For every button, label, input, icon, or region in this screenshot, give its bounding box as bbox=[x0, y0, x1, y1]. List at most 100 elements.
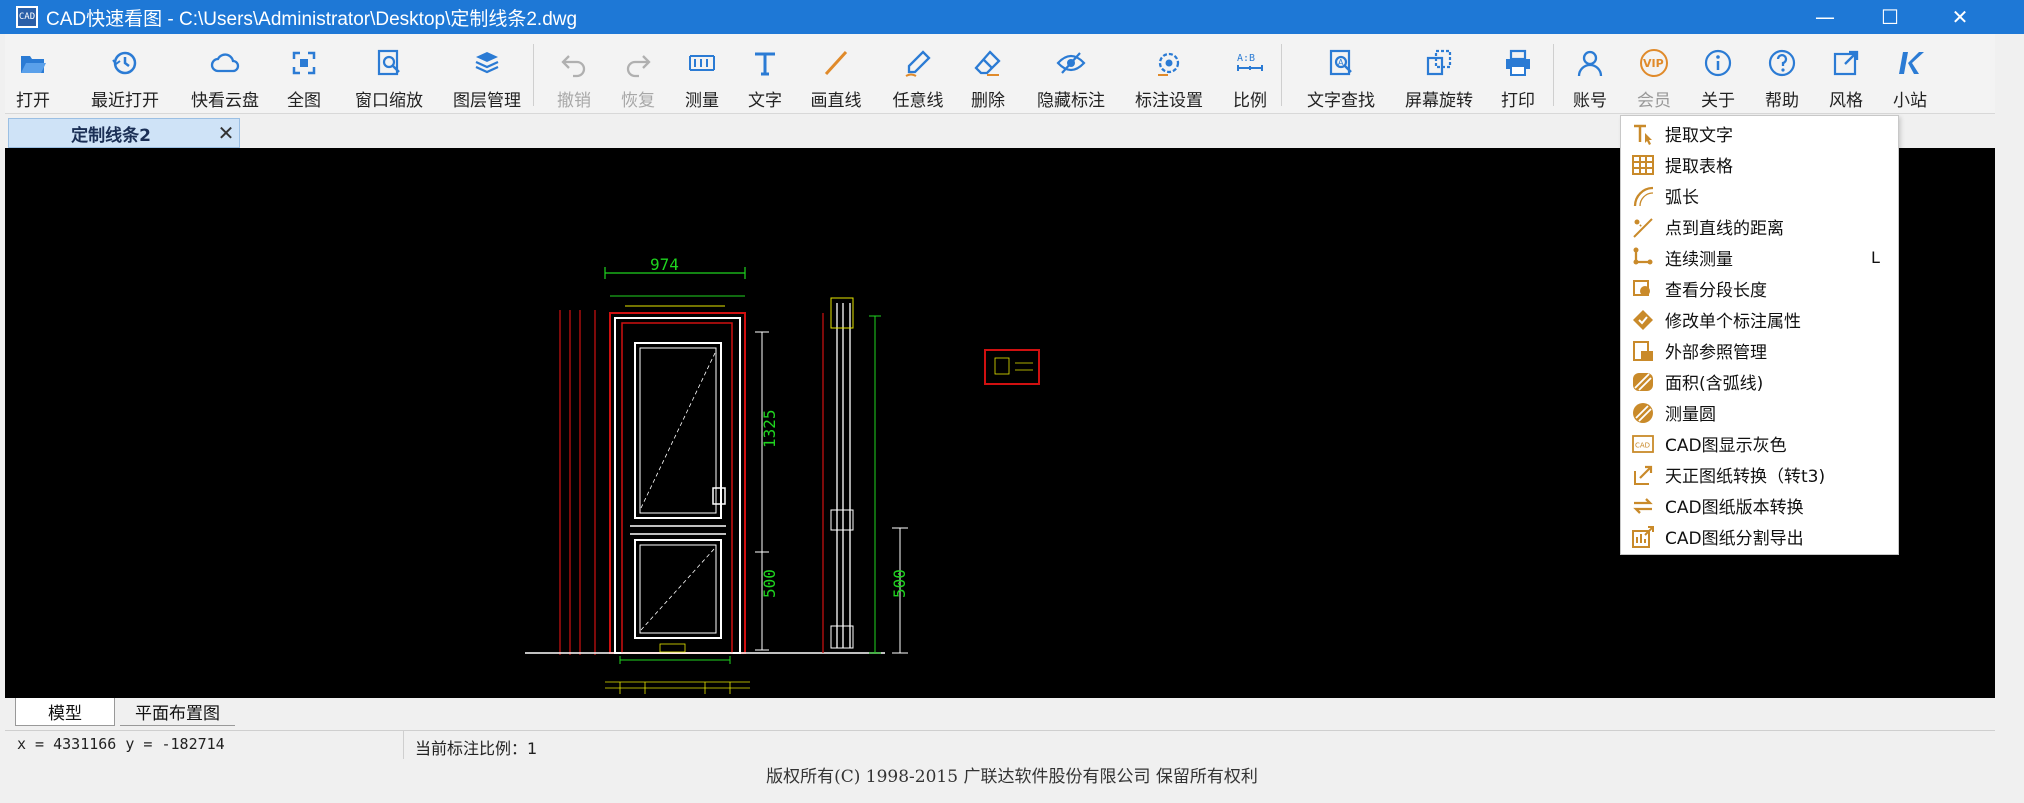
close-tab-icon[interactable]: ✕ bbox=[213, 121, 239, 145]
window-title: CAD快速看图 - C:\Users\Administrator\Desktop… bbox=[46, 8, 578, 30]
full-view-button[interactable]: 全图 bbox=[281, 34, 327, 114]
about-button[interactable]: 关于 bbox=[1695, 34, 1741, 114]
split-export-icon bbox=[1632, 525, 1654, 548]
layers-icon bbox=[475, 52, 499, 74]
extract-table-icon bbox=[1632, 154, 1654, 175]
svg-text:A: A bbox=[1338, 58, 1344, 67]
scale-icon: A:B bbox=[1237, 53, 1263, 71]
style-button[interactable]: 风格 bbox=[1823, 34, 1869, 114]
fit-view-icon bbox=[292, 51, 316, 75]
version-convert-icon bbox=[1633, 497, 1653, 514]
menu-item-area[interactable]: 面积(含弧线) bbox=[1621, 366, 1898, 397]
tangent-convert-icon bbox=[1634, 465, 1653, 485]
detail-box bbox=[984, 349, 1040, 385]
toolbar-separator bbox=[533, 44, 534, 106]
draw-line-button[interactable]: 画直线 bbox=[805, 34, 867, 114]
eye-hidden-icon bbox=[1056, 52, 1086, 74]
undo-icon bbox=[561, 55, 586, 78]
menu-item-tangent-convert[interactable]: 天正图纸转换（转t3) bbox=[1621, 459, 1898, 490]
dimension-500-left: 500 bbox=[760, 569, 779, 598]
vip-dropdown-menu: 提取文字 提取表格 弧长 点到直线的距离 连续测量 L 查看分段长度 修改单个标… bbox=[1620, 115, 1899, 555]
rotate-icon bbox=[1426, 49, 1452, 76]
menu-item-extract-table[interactable]: 提取表格 bbox=[1621, 149, 1898, 180]
window-zoom-button[interactable]: 窗口缩放 bbox=[347, 34, 431, 114]
point-line-distance-icon bbox=[1633, 217, 1653, 238]
recent-button[interactable]: 最近打开 bbox=[83, 34, 167, 114]
cloud-button[interactable]: 快看云盘 bbox=[183, 34, 267, 114]
side-section bbox=[822, 297, 908, 654]
dimension-1325: 1325 bbox=[760, 409, 779, 448]
minimize-button[interactable]: — bbox=[1790, 0, 1860, 34]
menu-item-version-convert[interactable]: CAD图纸版本转换 bbox=[1621, 490, 1898, 521]
dimension-500-right: 500 bbox=[890, 569, 909, 598]
hide-annotation-button[interactable]: 隐藏标注 bbox=[1029, 34, 1113, 114]
menu-item-point-line-distance[interactable]: 点到直线的距离 bbox=[1621, 211, 1898, 242]
open-button[interactable]: 打开 bbox=[13, 34, 53, 114]
scale-button[interactable]: A:B 比例 bbox=[1227, 34, 1273, 114]
freehand-button[interactable]: 任意线 bbox=[887, 34, 949, 114]
layout-tab-bar: 模型 平面布置图 bbox=[5, 698, 1995, 728]
document-tab[interactable]: 定制线条2 ✕ bbox=[8, 118, 240, 148]
xref-icon bbox=[1633, 340, 1653, 361]
rotate-screen-button[interactable]: 屏幕旋转 bbox=[1397, 34, 1481, 114]
menu-item-cad-gray[interactable]: CAD CAD图显示灰色 bbox=[1621, 428, 1898, 459]
redo-button[interactable]: 恢复 bbox=[615, 34, 661, 114]
continuous-measure-icon bbox=[1633, 247, 1653, 264]
find-text-button[interactable]: A 文字查找 bbox=[1299, 34, 1383, 114]
menu-item-arc-length[interactable]: 弧长 bbox=[1621, 180, 1898, 211]
area-icon bbox=[1633, 372, 1653, 391]
layers-button[interactable]: 图层管理 bbox=[445, 34, 529, 114]
cloud-icon bbox=[210, 53, 240, 73]
maximize-button[interactable]: ☐ bbox=[1855, 0, 1925, 34]
document-tab-label: 定制线条2 bbox=[71, 125, 151, 146]
menu-item-split-export[interactable]: CAD图纸分割导出 bbox=[1621, 521, 1898, 552]
coordinate-readout: x = 4331166 y = -182714 bbox=[17, 735, 225, 753]
account-button[interactable]: 账号 bbox=[1567, 34, 1613, 114]
redo-icon bbox=[626, 55, 651, 78]
text-icon bbox=[755, 52, 775, 76]
arc-length-icon bbox=[1633, 186, 1654, 206]
edit-annotation-icon bbox=[1633, 309, 1653, 330]
annotation-scale-text: 当前标注比例：1 bbox=[415, 739, 538, 758]
status-bar: x = 4331166 y = -182714 当前标注比例：1 bbox=[5, 730, 1995, 759]
tab-model[interactable]: 模型 bbox=[15, 698, 115, 726]
pen-icon bbox=[905, 50, 931, 77]
delete-button[interactable]: 删除 bbox=[965, 34, 1011, 114]
close-button[interactable]: ✕ bbox=[1925, 0, 1995, 34]
toolbar: 打开 最近打开 快看云盘 全图 窗口缩放 图层管理 撤销 恢复 测量 文字 画直… bbox=[5, 34, 1995, 114]
user-icon bbox=[1577, 50, 1603, 77]
help-button[interactable]: 帮助 bbox=[1759, 34, 1805, 114]
status-divider bbox=[403, 731, 404, 759]
segment-length-icon bbox=[1633, 279, 1650, 296]
info-icon bbox=[1704, 49, 1732, 77]
menu-item-xref-management[interactable]: 外部参照管理 bbox=[1621, 335, 1898, 366]
tab-floor-plan[interactable]: 平面布置图 bbox=[120, 698, 235, 726]
shortcut-key: L bbox=[1871, 248, 1880, 267]
annotation-settings-button[interactable]: 标注设置 bbox=[1127, 34, 1211, 114]
menu-item-edit-annotation[interactable]: 修改单个标注属性 bbox=[1621, 304, 1898, 335]
menu-item-measure-circle[interactable]: 测量圆 bbox=[1621, 397, 1898, 428]
menu-item-segment-length[interactable]: 查看分段长度 bbox=[1621, 273, 1898, 304]
bottom-detail bbox=[605, 681, 750, 694]
print-button[interactable]: 打印 bbox=[1495, 34, 1541, 114]
menu-item-continuous-measure[interactable]: 连续测量 L bbox=[1621, 242, 1898, 273]
copyright-text: 版权所有(C) 1998-2015 广联达软件股份有限公司 保留所有权利 bbox=[766, 767, 1258, 787]
svg-text:CAD: CAD bbox=[1635, 441, 1650, 449]
site-logo-icon bbox=[1899, 52, 1924, 74]
toolbar-separator bbox=[1553, 44, 1554, 106]
svg-text:VIP: VIP bbox=[1643, 57, 1664, 70]
text-search-icon: A bbox=[1329, 49, 1352, 76]
extract-text-icon bbox=[1634, 124, 1652, 145]
vip-button[interactable]: VIP 会员 bbox=[1631, 34, 1677, 114]
printer-icon bbox=[1506, 49, 1530, 76]
title-bar: CAD CAD快速看图 - C:\Users\Administrator\Des… bbox=[0, 0, 2024, 34]
measure-button[interactable]: 测量 bbox=[679, 34, 725, 114]
folder-open-icon bbox=[21, 56, 46, 73]
ruler-icon bbox=[689, 55, 715, 71]
vip-badge-icon: VIP bbox=[1640, 49, 1668, 77]
undo-button[interactable]: 撤销 bbox=[551, 34, 597, 114]
text-button[interactable]: 文字 bbox=[742, 34, 788, 114]
site-button[interactable]: 小站 bbox=[1887, 34, 1933, 114]
menu-item-extract-text[interactable]: 提取文字 bbox=[1621, 118, 1898, 149]
dimension-974: 974 bbox=[650, 255, 679, 274]
